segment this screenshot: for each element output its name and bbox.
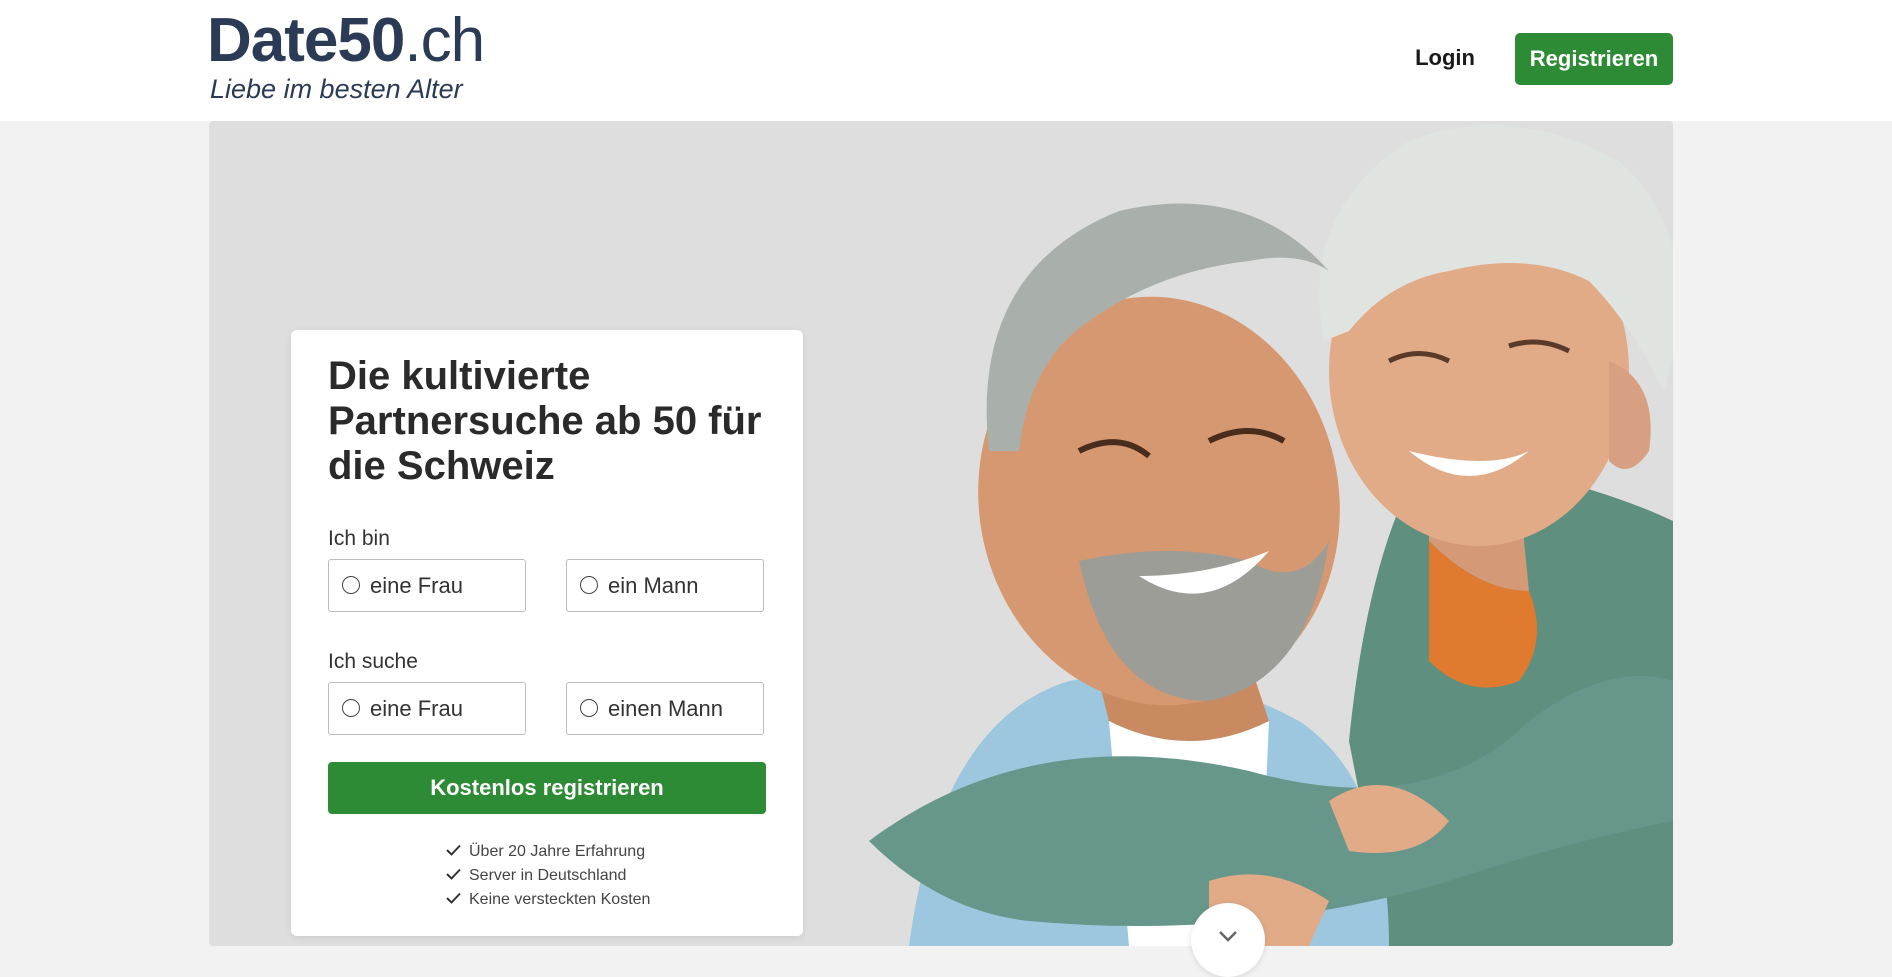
radio-circle-icon — [342, 699, 360, 717]
radio-circle-icon — [580, 576, 598, 594]
radio-label: einen Mann — [608, 696, 723, 721]
benefit-text: Server in Deutschland — [469, 867, 627, 884]
card-headline: Die kultivierte Partnersuche ab 50 für d… — [328, 354, 762, 488]
logo-wordmark: Date50.ch — [207, 6, 485, 76]
benefits-list: Über 20 Jahre Erfahrung Server in Deutsc… — [446, 840, 650, 912]
benefit-item: Keine versteckten Kosten — [446, 888, 650, 912]
logo-tagline: Liebe im besten Alter — [210, 74, 463, 104]
site-logo[interactable]: Date50.ch Liebe im besten Alter — [207, 6, 485, 105]
i-am-woman-radio[interactable]: eine Frau — [328, 559, 526, 612]
registration-card: Die kultivierte Partnersuche ab 50 für d… — [291, 330, 803, 936]
hero-couple-photo — [869, 125, 1673, 946]
benefit-text: Keine versteckten Kosten — [469, 891, 651, 908]
benefit-item: Über 20 Jahre Erfahrung — [446, 840, 650, 864]
login-link[interactable]: Login — [1405, 40, 1485, 76]
radio-circle-icon — [580, 699, 598, 717]
radio-label: eine Frau — [370, 573, 463, 598]
seeking-woman-radio[interactable]: eine Frau — [328, 682, 526, 735]
benefit-text: Über 20 Jahre Erfahrung — [469, 843, 646, 860]
logo-brand: Date50 — [207, 6, 405, 75]
scroll-down-button[interactable] — [1191, 903, 1265, 977]
hero-section: Die kultivierte Partnersuche ab 50 für d… — [209, 121, 1673, 946]
i-am-label: Ich bin — [328, 527, 390, 550]
radio-circle-icon — [342, 576, 360, 594]
register-button[interactable]: Registrieren — [1515, 33, 1673, 85]
i-am-man-radio[interactable]: ein Mann — [566, 559, 764, 612]
logo-tld: .ch — [404, 6, 485, 75]
free-register-button[interactable]: Kostenlos registrieren — [328, 762, 766, 814]
seeking-label: Ich suche — [328, 650, 418, 673]
radio-label: eine Frau — [370, 696, 463, 721]
check-icon — [446, 844, 461, 856]
radio-label: ein Mann — [608, 573, 699, 598]
benefit-item: Server in Deutschland — [446, 864, 650, 888]
site-header: Date50.ch Liebe im besten Alter Login Re… — [0, 0, 1892, 121]
check-icon — [446, 868, 461, 880]
check-icon — [446, 892, 461, 904]
seeking-man-radio[interactable]: einen Mann — [566, 682, 764, 735]
chevron-down-icon — [1219, 931, 1237, 942]
